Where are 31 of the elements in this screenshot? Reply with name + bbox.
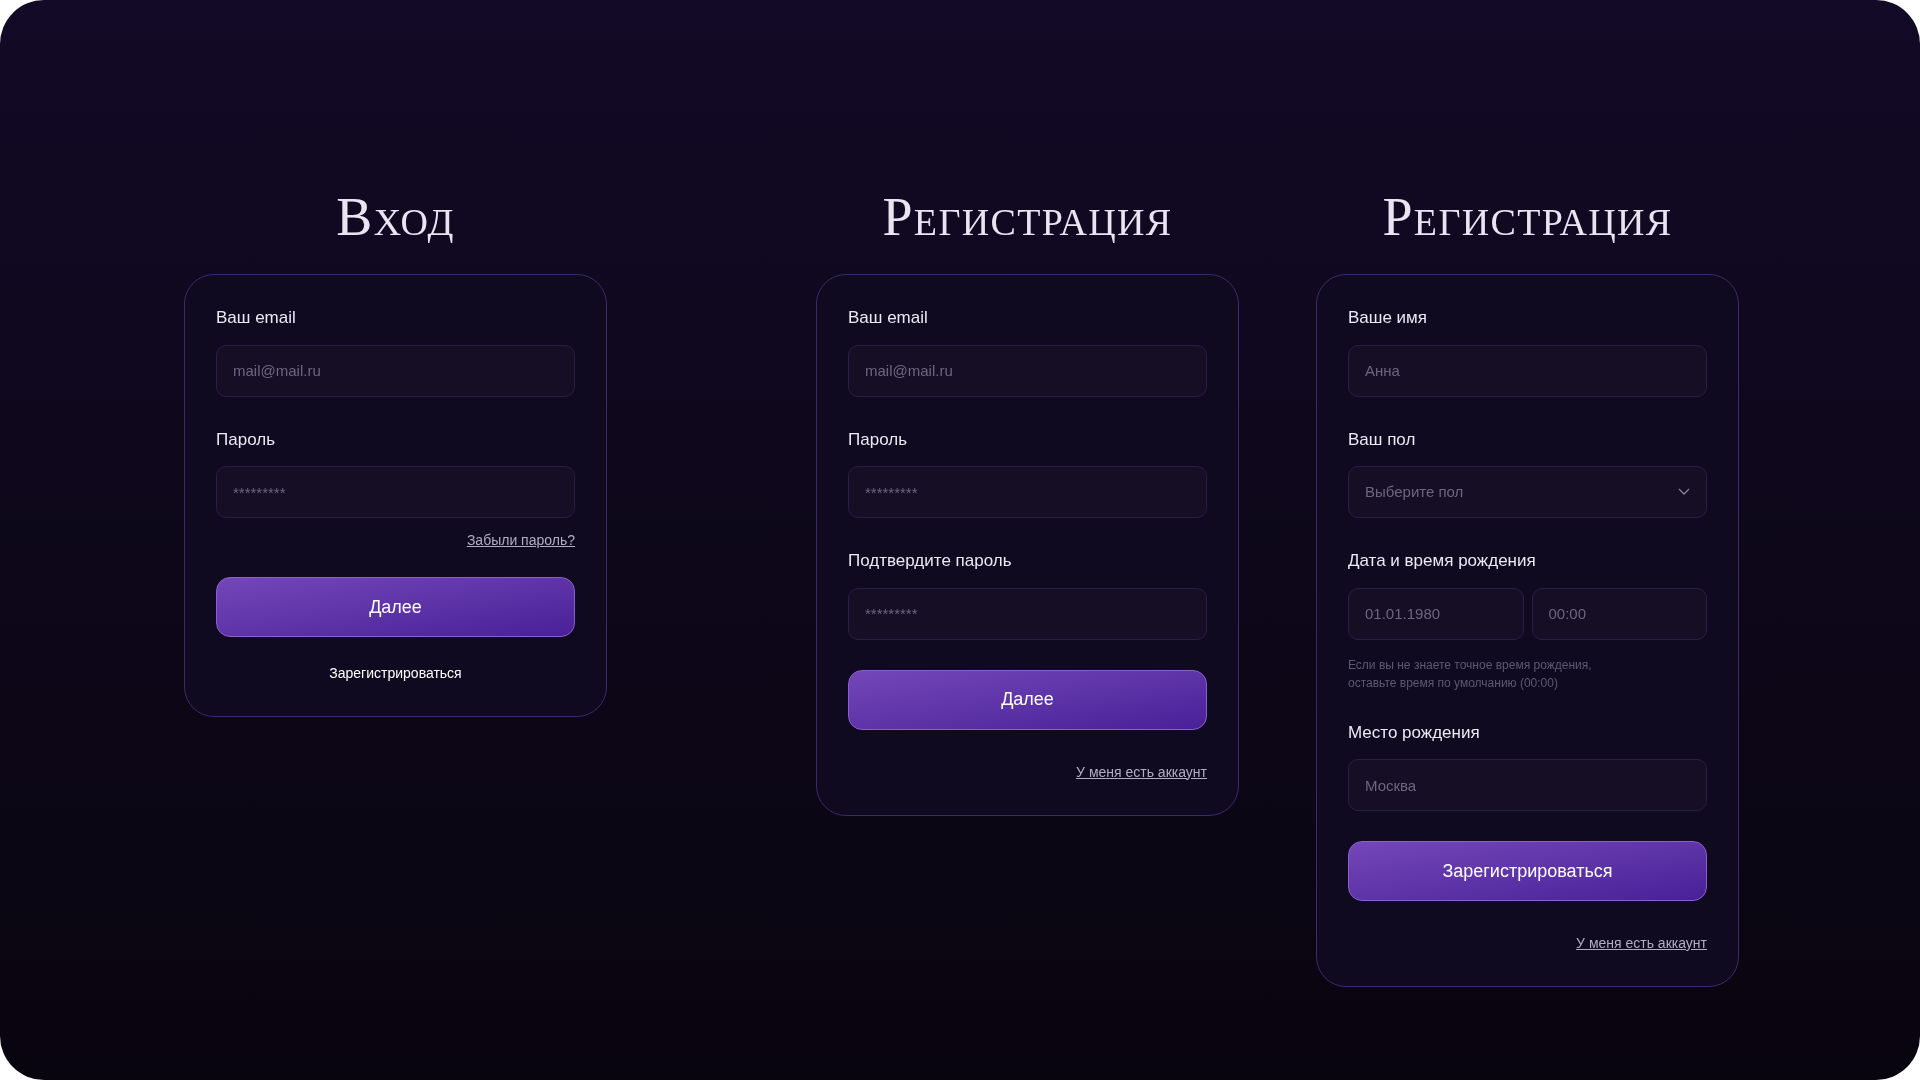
text-link[interactable]: У меня есть аккаунт <box>1576 933 1707 954</box>
register-link[interactable]: Зарегистрироваться <box>329 663 462 684</box>
text-link[interactable]: Забыли пароль? <box>466 530 575 551</box>
primary-button[interactable]: Далее <box>848 669 1207 730</box>
input-field[interactable]: ********* <box>216 466 575 518</box>
form-title: Регистрация <box>881 190 1174 244</box>
field-label: Пароль <box>216 428 275 451</box>
input-field[interactable]: 00:00 <box>1531 587 1707 640</box>
form-title: Вход <box>335 190 456 244</box>
select-placeholder: Выберите пол <box>1365 481 1464 502</box>
input-field[interactable]: 01.01.1980 <box>1348 587 1524 640</box>
field-label: Пароль <box>848 428 907 451</box>
input-field[interactable]: Москва <box>1348 759 1707 811</box>
field-label: Подтвердите пароль <box>848 550 1012 572</box>
field-label: Место рождения <box>1348 721 1480 744</box>
primary-button[interactable]: Зарегистрироваться <box>1348 841 1707 901</box>
input-field[interactable]: ********* <box>848 587 1207 640</box>
input-field[interactable]: ********* <box>848 466 1207 518</box>
text-link[interactable]: У меня есть аккаунт <box>1076 761 1207 783</box>
primary-button[interactable]: Далее <box>216 577 575 637</box>
field-label: Ваш пол <box>1348 428 1416 451</box>
input-field[interactable]: Анна <box>1348 344 1707 397</box>
field-label: Ваш email <box>848 307 928 329</box>
input-field[interactable]: mail@mail.ru <box>216 344 575 397</box>
hint-text: Если вы не знаете точное время рождения, оставьте время по умолчанию (00:00) <box>1348 656 1593 692</box>
form-title: Регистрация <box>1381 190 1674 244</box>
input-field[interactable]: mail@mail.ru <box>848 344 1207 397</box>
field-label: Ваш email <box>216 307 296 329</box>
field-label: Дата и время рождения <box>1348 550 1536 572</box>
chevron-down-icon <box>1678 488 1690 496</box>
field-label: Ваше имя <box>1348 307 1427 329</box>
